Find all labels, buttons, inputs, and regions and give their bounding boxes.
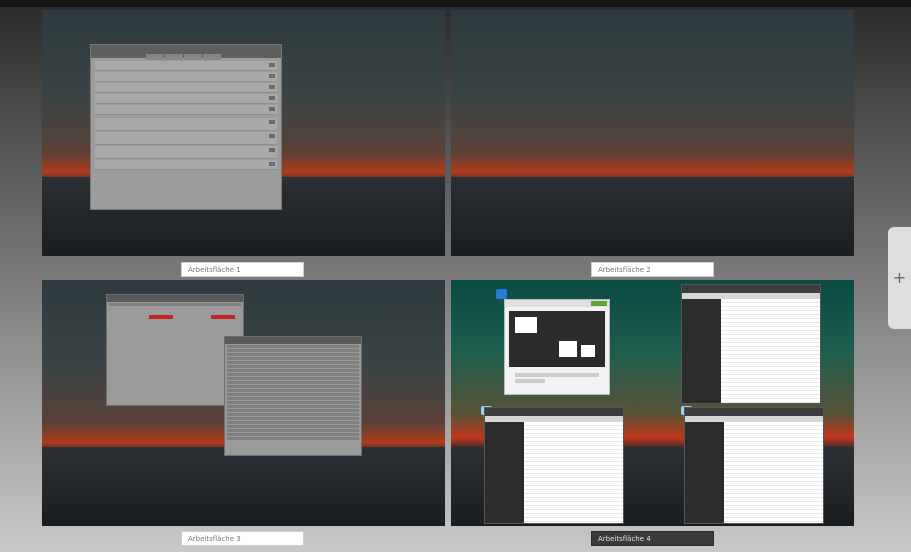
file-manager-titlebar bbox=[682, 285, 820, 293]
file-manager-titlebar bbox=[685, 408, 823, 416]
settings-row[interactable] bbox=[95, 94, 277, 104]
terminal-alert bbox=[211, 315, 235, 319]
file-manager-list[interactable] bbox=[523, 422, 623, 523]
settings-row[interactable] bbox=[95, 160, 277, 170]
settings-row[interactable] bbox=[95, 132, 277, 145]
terminal-line bbox=[109, 303, 241, 306]
capture-button[interactable] bbox=[591, 301, 607, 306]
add-workspace-button[interactable]: + bbox=[888, 227, 911, 329]
screenshot-titlebar bbox=[505, 300, 609, 307]
file-manager-window-left[interactable] bbox=[484, 407, 624, 524]
settings-window[interactable] bbox=[90, 44, 282, 210]
terminal-titlebar bbox=[225, 337, 361, 344]
workspace-1-thumbnail[interactable] bbox=[42, 10, 445, 256]
terminal-titlebar bbox=[107, 295, 243, 302]
settings-row[interactable] bbox=[95, 146, 277, 159]
terminal-window-top[interactable] bbox=[224, 336, 362, 456]
file-manager-sidebar bbox=[485, 422, 524, 523]
screenshot-option[interactable] bbox=[515, 379, 545, 383]
workspace-1-label[interactable]: Arbeitsfläche 1 bbox=[181, 262, 304, 277]
workspace-2-label[interactable]: Arbeitsfläche 2 bbox=[591, 262, 714, 277]
screenshot-option[interactable] bbox=[515, 373, 599, 377]
settings-row[interactable] bbox=[95, 72, 277, 82]
file-manager-titlebar bbox=[485, 408, 623, 416]
sea bbox=[451, 177, 854, 256]
screenshot-dialog[interactable] bbox=[504, 299, 610, 395]
screenshot-preview bbox=[509, 311, 605, 367]
settings-titlebar bbox=[91, 45, 281, 60]
file-manager-list[interactable] bbox=[723, 422, 823, 523]
workspace-4-label[interactable]: Arbeitsfläche 4 bbox=[591, 531, 714, 546]
settings-row[interactable] bbox=[95, 83, 277, 93]
workspace-3-label[interactable]: Arbeitsfläche 3 bbox=[181, 531, 304, 546]
settings-row[interactable] bbox=[95, 61, 277, 71]
terminal-alert bbox=[149, 315, 173, 319]
file-manager-list[interactable] bbox=[720, 299, 820, 403]
top-bar bbox=[0, 0, 911, 7]
file-manager-window-top[interactable] bbox=[681, 284, 821, 404]
workspace-2-thumbnail[interactable] bbox=[451, 10, 854, 256]
file-manager-sidebar bbox=[682, 299, 721, 403]
workspace-3-thumbnail[interactable] bbox=[42, 280, 445, 526]
file-manager-window-right[interactable] bbox=[684, 407, 824, 524]
sea bbox=[42, 447, 445, 526]
workspace-4-thumbnail[interactable] bbox=[451, 280, 854, 526]
settings-row[interactable] bbox=[95, 118, 277, 131]
settings-row[interactable] bbox=[95, 105, 277, 115]
camera-icon[interactable] bbox=[496, 289, 507, 299]
file-manager-sidebar bbox=[685, 422, 724, 523]
